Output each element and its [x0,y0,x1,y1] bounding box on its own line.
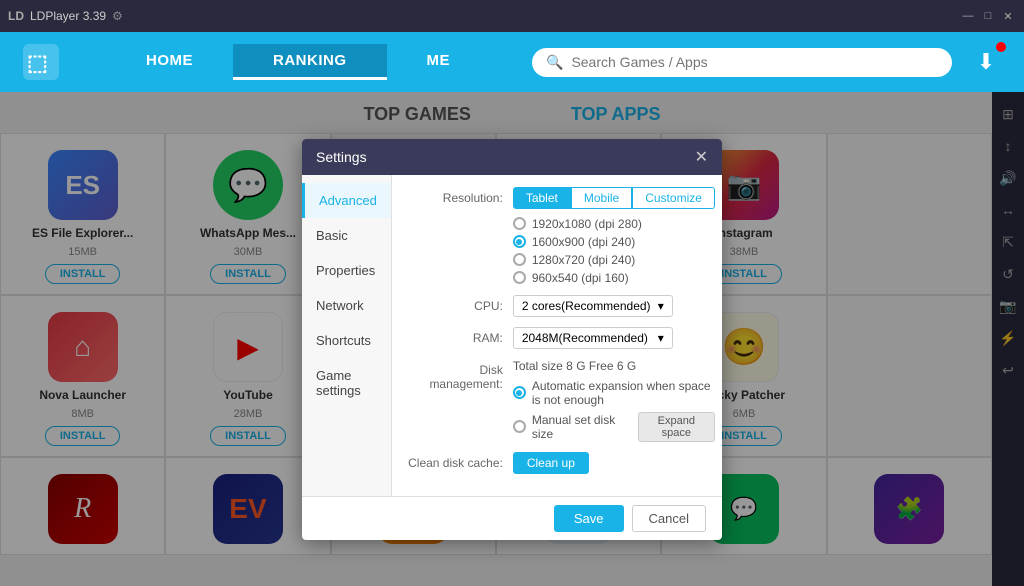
cleanup-button[interactable]: Clean up [513,452,589,474]
ram-row: RAM: 2048M(Recommended) ▾ [408,327,715,349]
res-label-900: 1600x900 (dpi 240) [532,235,635,249]
cpu-select[interactable]: 2 cores(Recommended) ▾ [513,295,673,317]
titlebar-controls: — □ ✕ [960,8,1016,24]
expand-space-button[interactable]: Expand space [638,412,715,442]
nav-shortcuts[interactable]: Shortcuts [302,323,391,358]
close-button[interactable]: ✕ [1000,8,1016,24]
nav-basic[interactable]: Basic [302,218,391,253]
ram-select-value: 2048M(Recommended) [522,331,648,345]
chevron-down-icon: ▾ [658,299,664,313]
res-option-540[interactable]: 960x540 (dpi 160) [513,271,715,285]
ram-select[interactable]: 2048M(Recommended) ▾ [513,327,673,349]
dialog-close-button[interactable]: ✕ [695,147,708,167]
res-tab-customize[interactable]: Customize [632,187,715,209]
res-tab-tablet[interactable]: Tablet [513,187,571,209]
radio-manual[interactable] [513,420,526,433]
titlebar-left: LD LDPlayer 3.39 ⚙ [8,9,123,23]
cpu-value: 2 cores(Recommended) ▾ [513,295,715,317]
disk-option-manual[interactable]: Manual set disk size Expand space [513,412,715,442]
res-option-900[interactable]: 1600x900 (dpi 240) [513,235,715,249]
download-button[interactable]: ⬇ [964,40,1008,84]
resolution-value: Tablet Mobile Customize 1920x1080 (dpi 2… [513,187,715,285]
tab-me[interactable]: ME [387,44,491,80]
res-option-1080[interactable]: 1920x1080 (dpi 280) [513,217,715,231]
svg-text:⬚: ⬚ [27,50,48,75]
disk-manual-label: Manual set disk size [532,413,624,441]
disk-row: Disk management: Total size 8 G Free 6 G… [408,359,715,442]
resolution-options: 1920x1080 (dpi 280) 1600x900 (dpi 240) 1… [513,217,715,285]
tab-home[interactable]: HOME [106,44,233,80]
dialog-body: Advanced Basic Properties Network Shortc… [302,175,722,496]
radio-1080[interactable] [513,217,526,230]
search-input[interactable] [571,54,938,70]
search-icon: 🔍 [546,54,563,71]
dialog-titlebar: Settings ✕ [302,139,722,175]
minimize-button[interactable]: — [960,8,976,24]
resolution-tabs: Tablet Mobile Customize [513,187,715,209]
maximize-button[interactable]: □ [980,8,996,24]
tab-ranking[interactable]: RANKING [233,44,387,80]
search-bar[interactable]: 🔍 [532,48,952,77]
res-label-540: 960x540 (dpi 160) [532,271,629,285]
settings-icon[interactable]: ⚙ [112,9,123,23]
disk-auto-label: Automatic expansion when space is not en… [532,379,715,407]
disk-value: Total size 8 G Free 6 G Automatic expans… [513,359,715,442]
dialog-sidebar: Advanced Basic Properties Network Shortc… [302,175,392,496]
app-logo: LD [8,9,24,23]
nav-tabs: HOME RANKING ME [106,44,512,80]
cpu-row: CPU: 2 cores(Recommended) ▾ [408,295,715,317]
clean-disk-value: Clean up [513,452,715,474]
main-content: TOP GAMES TOP APPS ES ES File Explorer..… [0,92,1024,586]
settings-dialog: Settings ✕ Advanced Basic Properties Net… [302,139,722,540]
ram-value: 2048M(Recommended) ▾ [513,327,715,349]
download-icon: ⬇ [977,49,995,75]
res-label-720: 1280x720 (dpi 240) [532,253,635,267]
disk-info: Total size 8 G Free 6 G [513,359,715,373]
app-title: LDPlayer 3.39 [30,9,106,23]
dialog-main: Resolution: Tablet Mobile Customize 1920 [392,175,722,496]
nav-logo: ⬚ [16,44,66,80]
nav-advanced[interactable]: Advanced [302,183,391,218]
titlebar: LD LDPlayer 3.39 ⚙ — □ ✕ [0,0,1024,32]
cpu-select-value: 2 cores(Recommended) [522,299,651,313]
dialog-title: Settings [316,149,367,165]
dialog-overlay: Settings ✕ Advanced Basic Properties Net… [0,92,1024,586]
disk-options: Automatic expansion when space is not en… [513,379,715,442]
res-label-1080: 1920x1080 (dpi 280) [532,217,642,231]
clean-disk-row: Clean disk cache: Clean up [408,452,715,474]
resolution-label: Resolution: [408,187,503,205]
radio-900[interactable] [513,235,526,248]
dialog-footer: Save Cancel [302,496,722,540]
cancel-button[interactable]: Cancel [632,505,706,532]
cpu-label: CPU: [408,295,503,313]
navbar: ⬚ HOME RANKING ME 🔍 ⬇ [0,32,1024,92]
nav-properties[interactable]: Properties [302,253,391,288]
disk-label: Disk management: [408,359,503,391]
clean-disk-label: Clean disk cache: [408,452,503,470]
notification-badge [996,42,1006,52]
radio-720[interactable] [513,253,526,266]
chevron-down-icon: ▾ [658,331,664,345]
nav-game-settings[interactable]: Game settings [302,358,391,408]
ram-label: RAM: [408,327,503,345]
res-tab-mobile[interactable]: Mobile [571,187,632,209]
res-option-720[interactable]: 1280x720 (dpi 240) [513,253,715,267]
nav-network[interactable]: Network [302,288,391,323]
resolution-row: Resolution: Tablet Mobile Customize 1920 [408,187,715,285]
radio-auto-expand[interactable] [513,386,526,399]
disk-option-auto[interactable]: Automatic expansion when space is not en… [513,379,715,407]
radio-540[interactable] [513,271,526,284]
save-button[interactable]: Save [554,505,624,532]
